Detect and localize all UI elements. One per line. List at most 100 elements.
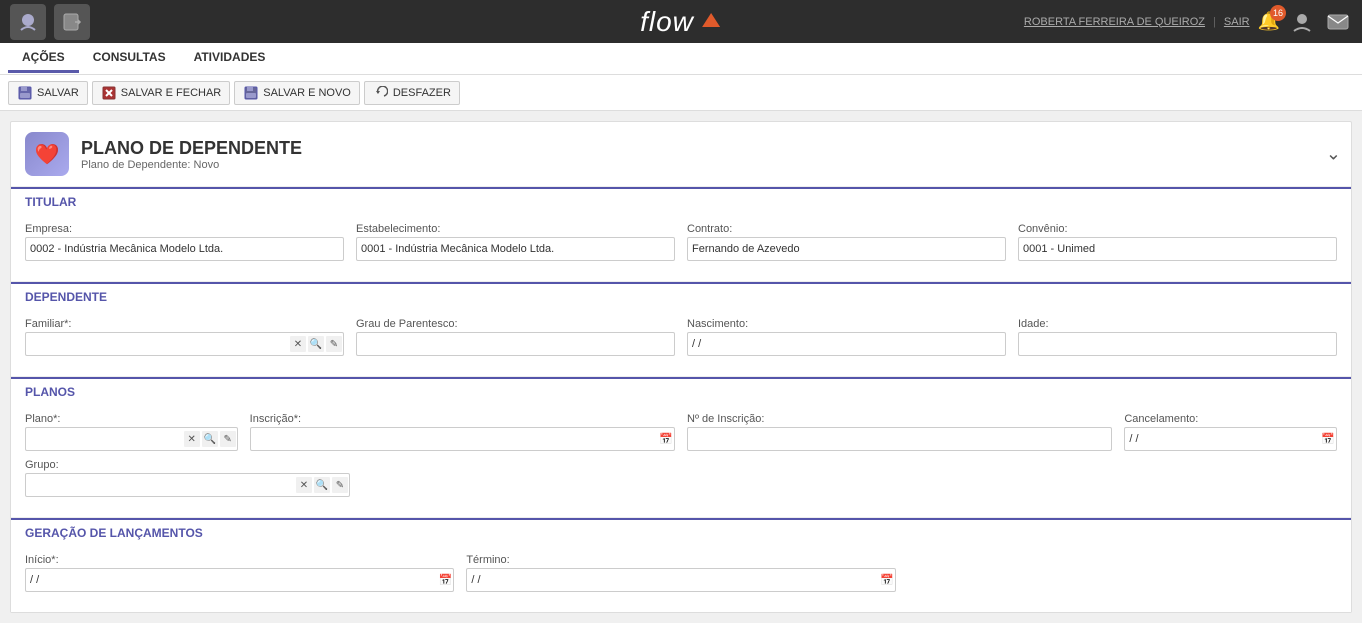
inscricao-label: Inscrição*: (250, 413, 675, 425)
grupo-edit-button[interactable]: ✎ (332, 477, 348, 493)
num-inscricao-group: Nº de Inscrição: (687, 413, 1112, 451)
undo-button[interactable]: DESFAZER (364, 81, 460, 105)
grau-input[interactable] (356, 332, 675, 356)
cancelamento-label: Cancelamento: (1124, 413, 1337, 425)
section-planos: PLANOS (11, 377, 1351, 405)
num-inscricao-input[interactable] (687, 427, 1112, 451)
inicio-label: Início*: (25, 554, 454, 566)
dependente-body: Familiar*: ✕ 🔍 ✎ Grau de Parentesco: (11, 310, 1351, 376)
plano-input-wrapper: ✕ 🔍 ✎ (25, 427, 238, 451)
familiar-input-wrapper: ✕ 🔍 ✎ (25, 332, 344, 356)
familiar-search-button[interactable]: 🔍 (308, 336, 324, 352)
contrato-label: Contrato: (687, 223, 1006, 235)
plano-actions: ✕ 🔍 ✎ (184, 431, 236, 447)
convenio-label: Convênio: (1018, 223, 1337, 235)
menu-item-acoes[interactable]: AÇÕES (8, 44, 79, 73)
grupo-clear-button[interactable]: ✕ (296, 477, 312, 493)
termino-cal-button[interactable]: 📅 (880, 574, 894, 587)
sair-link[interactable]: SAIR (1224, 16, 1250, 28)
user-link[interactable]: ROBERTA FERREIRA DE QUEIROZ (1024, 16, 1205, 28)
dependente-row: Familiar*: ✕ 🔍 ✎ Grau de Parentesco: (25, 318, 1337, 356)
grau-label: Grau de Parentesco: (356, 318, 675, 330)
menu-item-atividades[interactable]: ATIVIDADES (180, 44, 280, 73)
contrato-input[interactable] (687, 237, 1006, 261)
termino-input[interactable] (466, 568, 895, 592)
estabelecimento-label: Estabelecimento: (356, 223, 675, 235)
form-title-block: PLANO DE DEPENDENTE Plano de Dependente:… (81, 138, 302, 171)
termino-input-wrapper: 📅 (466, 568, 895, 592)
planos-body: Plano*: ✕ 🔍 ✎ Inscrição*: 📅 (11, 405, 1351, 517)
top-bar-right: ROBERTA FERREIRA DE QUEIROZ | SAIR 🔔 16 (1024, 8, 1352, 36)
familiar-group: Familiar*: ✕ 🔍 ✎ (25, 318, 344, 356)
cancelamento-cal-button[interactable]: 📅 (1321, 433, 1335, 446)
geracao-row: Início*: 📅 Término: 📅 (25, 554, 1337, 592)
planos-spacer (362, 459, 1337, 497)
nascimento-group: Nascimento: (687, 318, 1006, 356)
grupo-actions: ✕ 🔍 ✎ (296, 477, 348, 493)
planos-row-2: Grupo: ✕ 🔍 ✎ (25, 459, 1337, 497)
cancelamento-group: Cancelamento: 📅 (1124, 413, 1337, 451)
plano-group: Plano*: ✕ 🔍 ✎ (25, 413, 238, 451)
geracao-spacer (908, 554, 1337, 592)
save-icon (17, 85, 33, 101)
menu-item-consultas[interactable]: CONSULTAS (79, 44, 180, 73)
termino-group: Término: 📅 (466, 554, 895, 592)
estabelecimento-input[interactable] (356, 237, 675, 261)
idade-group: Idade: (1018, 318, 1337, 356)
inicio-cal-button[interactable]: 📅 (439, 574, 453, 587)
familiar-actions: ✕ 🔍 ✎ (290, 336, 342, 352)
empresa-input[interactable] (25, 237, 344, 261)
plano-search-button[interactable]: 🔍 (202, 431, 218, 447)
top-bar-left (10, 4, 90, 40)
inscricao-group: Inscrição*: 📅 (250, 413, 675, 451)
mail-icon[interactable] (1324, 8, 1352, 36)
inicio-input-wrapper: 📅 (25, 568, 454, 592)
inicio-input[interactable] (25, 568, 454, 592)
convenio-input[interactable] (1018, 237, 1337, 261)
form-title: PLANO DE DEPENDENTE (81, 138, 302, 159)
titular-body: Empresa: Estabelecimento: Contrato: Conv… (11, 215, 1351, 281)
familiar-edit-button[interactable]: ✎ (326, 336, 342, 352)
nascimento-label: Nascimento: (687, 318, 1006, 330)
nascimento-input[interactable] (687, 332, 1006, 356)
home-icon[interactable] (10, 4, 46, 40)
menu-bar: AÇÕES CONSULTAS ATIVIDADES (0, 43, 1362, 75)
cancelamento-input[interactable] (1124, 427, 1337, 451)
plano-edit-button[interactable]: ✎ (220, 431, 236, 447)
section-geracao: GERAÇÃO DE LANÇAMENTOS (11, 518, 1351, 546)
undo-icon (373, 85, 389, 101)
planos-row-1: Plano*: ✕ 🔍 ✎ Inscrição*: 📅 (25, 413, 1337, 451)
section-dependente: DEPENDENTE (11, 282, 1351, 310)
estabelecimento-group: Estabelecimento: (356, 223, 675, 261)
plano-clear-button[interactable]: ✕ (184, 431, 200, 447)
notification-bell[interactable]: 🔔 16 (1258, 11, 1280, 32)
collapse-button[interactable]: ⌄ (1326, 144, 1341, 165)
grupo-search-button[interactable]: 🔍 (314, 477, 330, 493)
inicio-group: Início*: 📅 (25, 554, 454, 592)
inscricao-input-wrapper: 📅 (250, 427, 675, 451)
titular-row: Empresa: Estabelecimento: Contrato: Conv… (25, 223, 1337, 261)
inscricao-input[interactable] (250, 427, 675, 451)
user-avatar-icon[interactable] (1288, 8, 1316, 36)
save-new-icon (243, 85, 259, 101)
cancelamento-input-wrapper: 📅 (1124, 427, 1337, 451)
grupo-input-wrapper: ✕ 🔍 ✎ (25, 473, 350, 497)
num-inscricao-label: Nº de Inscrição: (687, 413, 1112, 425)
form-card: ❤️ PLANO DE DEPENDENTE Plano de Dependen… (10, 121, 1352, 613)
idade-input[interactable] (1018, 332, 1337, 356)
empresa-label: Empresa: (25, 223, 344, 235)
convenio-group: Convênio: (1018, 223, 1337, 261)
save-close-button[interactable]: SALVAR E FECHAR (92, 81, 230, 105)
empresa-group: Empresa: (25, 223, 344, 261)
top-bar: flow ROBERTA FERREIRA DE QUEIROZ | SAIR … (0, 0, 1362, 43)
save-button[interactable]: SALVAR (8, 81, 88, 105)
inscricao-cal-button[interactable]: 📅 (659, 433, 673, 446)
section-titular: TITULAR (11, 187, 1351, 215)
plano-label: Plano*: (25, 413, 238, 425)
familiar-clear-button[interactable]: ✕ (290, 336, 306, 352)
grau-group: Grau de Parentesco: (356, 318, 675, 356)
heart-icon: ❤️ (35, 142, 60, 167)
exit-icon[interactable] (54, 4, 90, 40)
save-new-button[interactable]: SALVAR E NOVO (234, 81, 360, 105)
main-content: ❤️ PLANO DE DEPENDENTE Plano de Dependen… (0, 111, 1362, 623)
